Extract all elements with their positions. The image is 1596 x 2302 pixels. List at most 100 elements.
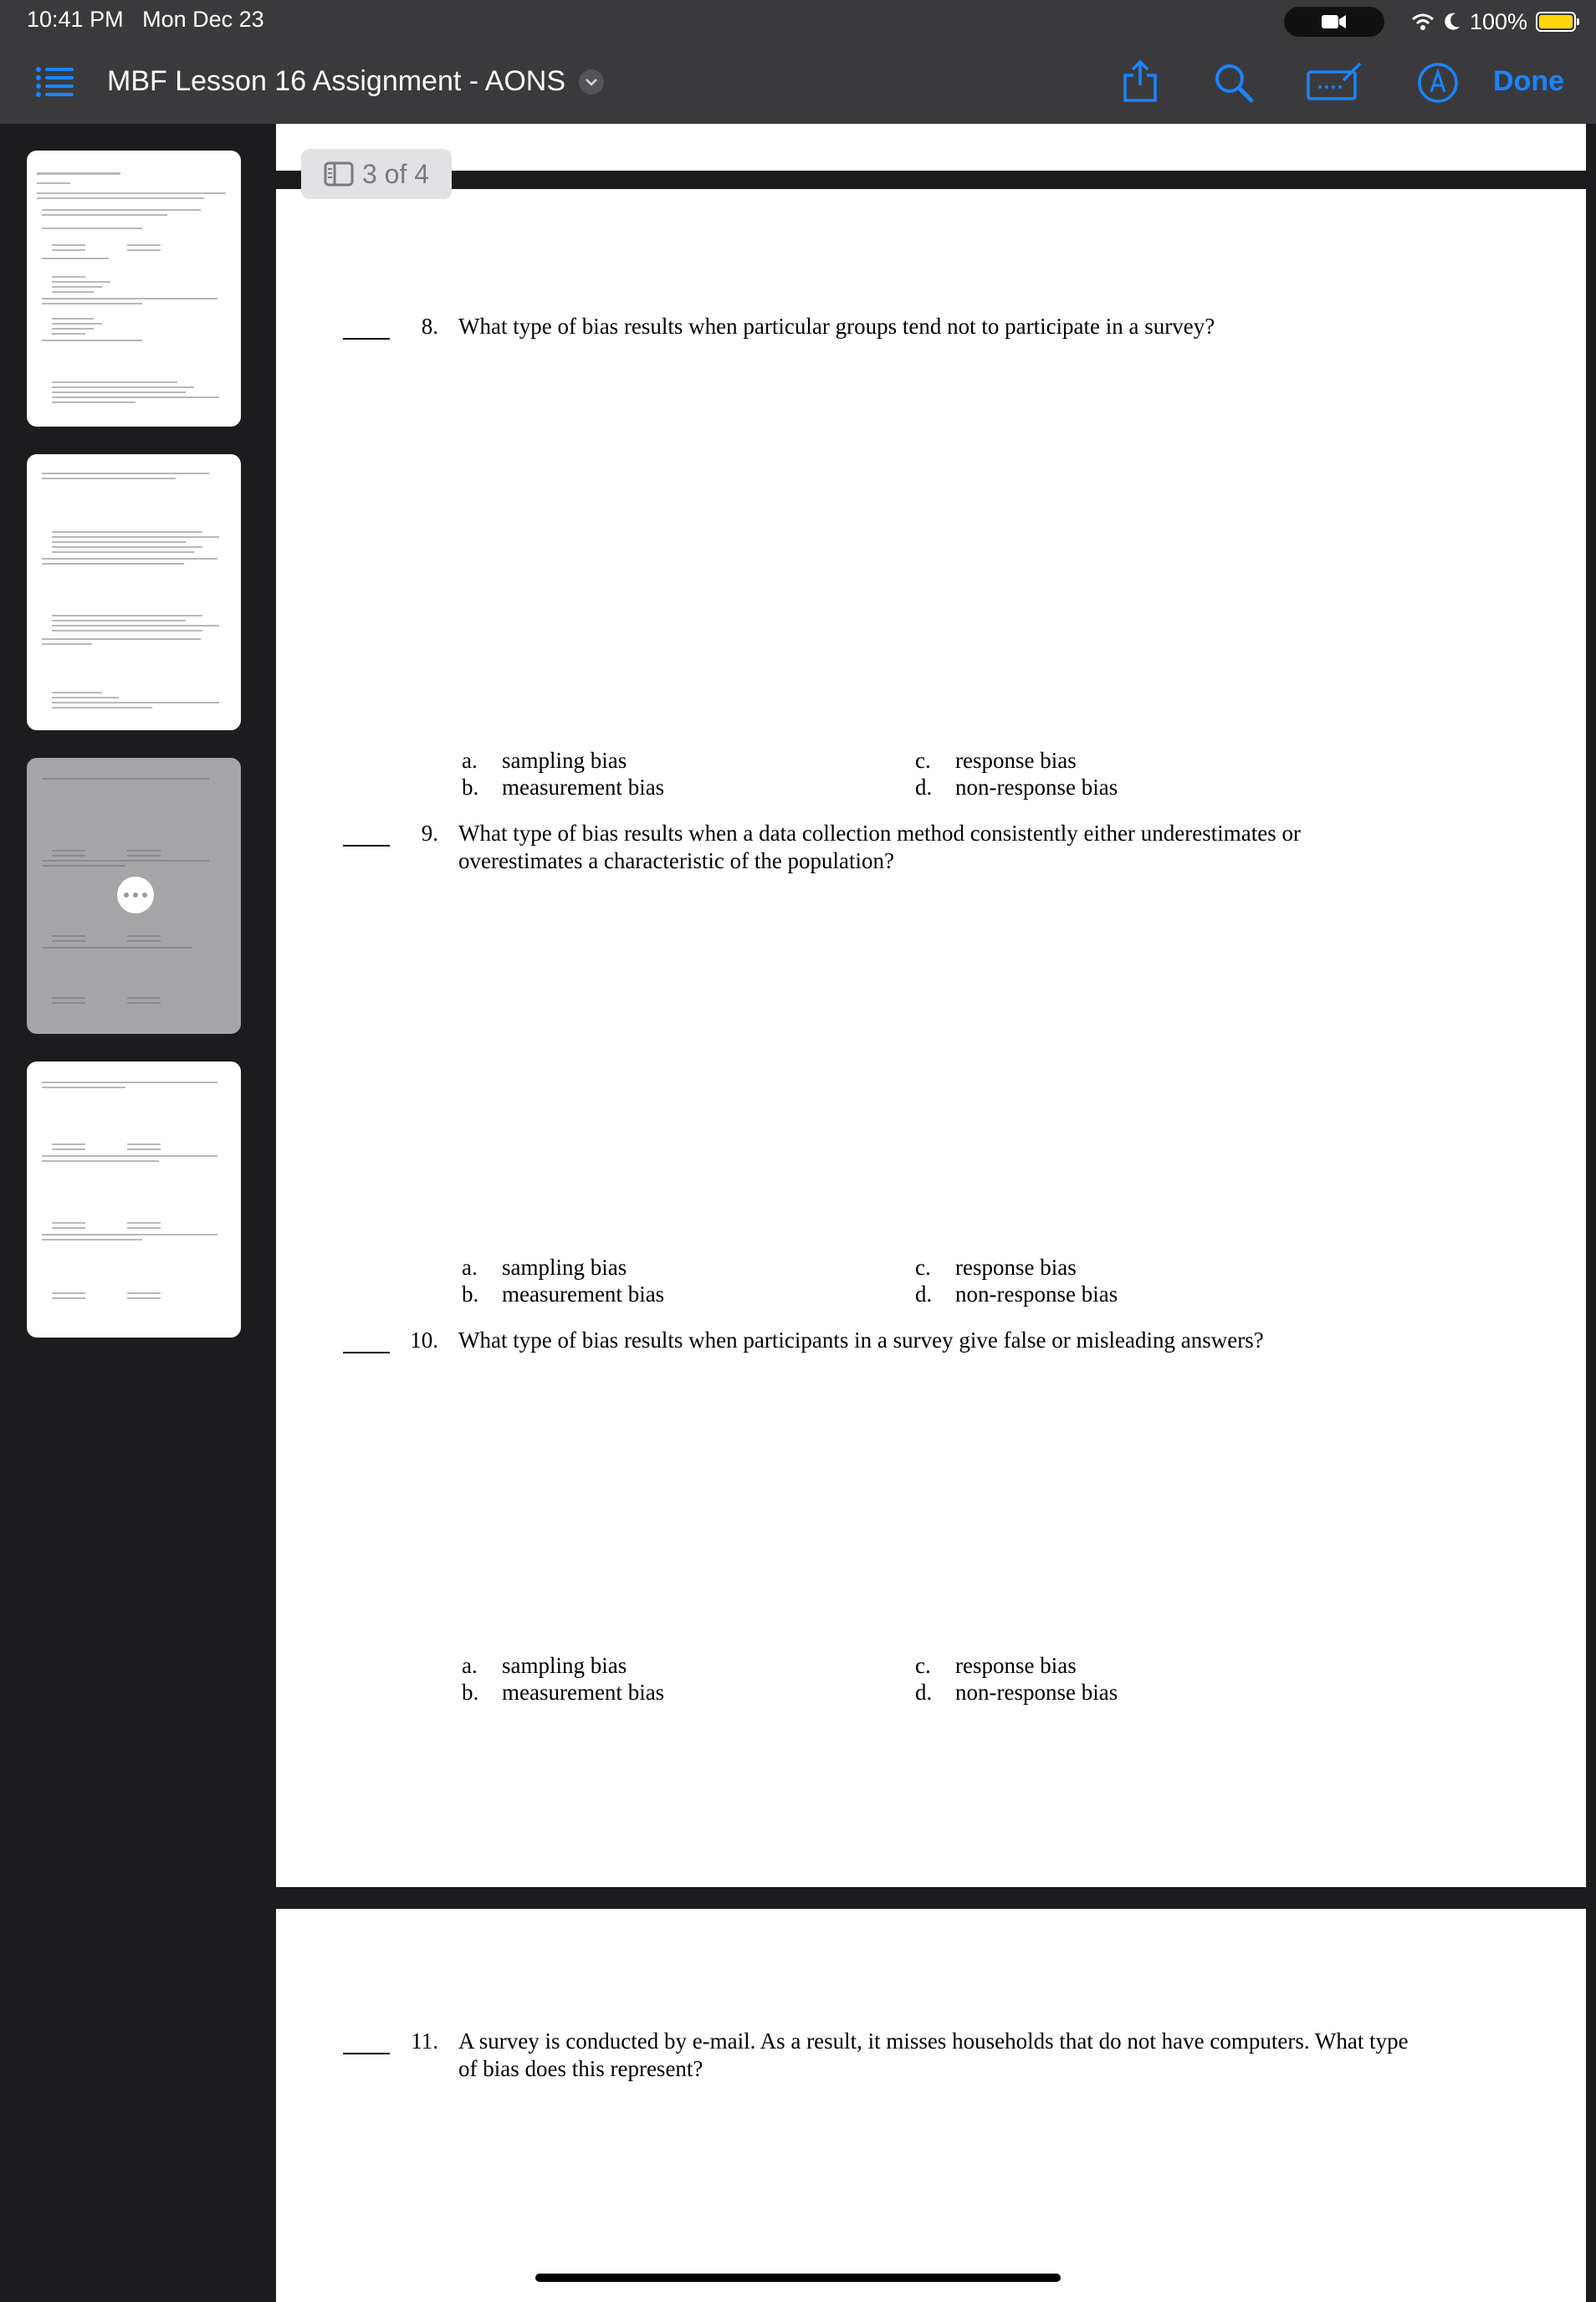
option-d: d. non-response bias [915, 775, 1118, 800]
thumbnail-text-line [52, 1002, 85, 1004]
document-view[interactable]: 3 of 4 8. What type of bias results when… [276, 124, 1596, 2302]
search-icon[interactable] [1213, 62, 1255, 104]
thumbnail-text-line [52, 1292, 85, 1294]
page-thumbnails-sidebar [0, 124, 276, 2297]
thumbnail-text-line [52, 1227, 85, 1229]
page-thumbnail-4[interactable] [27, 1061, 241, 1338]
thumbnail-text-line [52, 244, 85, 246]
thumbnail-text-line [52, 697, 119, 698]
thumbnail-text-line [52, 1148, 85, 1150]
thumbnail-text-line [52, 850, 85, 852]
home-indicator[interactable] [535, 2274, 1061, 2282]
thumbnail-text-line [52, 551, 194, 553]
moon-icon [1445, 13, 1460, 30]
thumbnail-text-line [52, 1222, 85, 1224]
thumbnail-text-line [42, 947, 192, 949]
thumbnail-text-line [52, 707, 152, 709]
thumbnail-text-line [127, 1227, 161, 1229]
page-indicator-text: 3 of 4 [361, 158, 430, 189]
thumbnail-text-line [127, 244, 161, 246]
thumbnail-text-line [37, 197, 204, 199]
thumbnail-text-line [52, 692, 102, 693]
thumbnail-text-line [42, 228, 142, 229]
thumbnail-text-line [52, 396, 219, 398]
question-text: What type of bias results when a data co… [458, 821, 1301, 873]
page-thumbnail-2[interactable] [27, 454, 241, 730]
thumbnail-text-line [127, 850, 161, 852]
thumbnail-text-line [127, 855, 161, 857]
navigation-bar: MBF Lesson 16 Assignment - AONS Done [0, 43, 1596, 124]
share-icon[interactable] [1121, 59, 1159, 104]
answer-blank[interactable] [343, 1352, 390, 1353]
thumbnail-text-line [42, 258, 109, 259]
question-number: 8. [421, 314, 438, 339]
thumbnail-text-line [52, 249, 85, 251]
thumbnail-text-line [42, 860, 209, 862]
option-a: a. sampling bias [462, 1255, 627, 1280]
thumbnail-text-line [52, 940, 85, 942]
answer-blank[interactable] [343, 338, 390, 340]
markup-icon[interactable] [1417, 62, 1459, 104]
option-b: b. measurement bias [462, 1680, 665, 1705]
thumbnail-text-line [52, 318, 94, 320]
thumbnail-text-line [52, 386, 194, 388]
page-thumbnail-3[interactable] [27, 758, 241, 1034]
page-icon [324, 161, 354, 187]
thumbnail-text-line [127, 249, 161, 251]
thumbnail-text-line [52, 1143, 85, 1145]
question-number: 10. [410, 1327, 438, 1353]
camera-indicator-icon [1283, 7, 1384, 37]
list-icon[interactable] [35, 65, 74, 99]
thumbnail-text-line [52, 546, 202, 548]
option-d: d. non-response bias [915, 1281, 1118, 1307]
document-title[interactable]: MBF Lesson 16 Assignment - AONS [107, 65, 605, 98]
thumbnail-text-line [52, 630, 202, 632]
page-thumbnail-1[interactable] [27, 151, 241, 427]
thumbnail-text-line [42, 303, 142, 304]
thumbnail-text-line [42, 1234, 217, 1235]
thumbnail-text-line [42, 473, 209, 474]
keyboard-icon[interactable] [1307, 62, 1362, 100]
thumbnail-text-line [42, 214, 167, 216]
more-icon[interactable] [117, 877, 154, 913]
answer-blank[interactable] [343, 845, 390, 847]
question-number: 9. [421, 821, 438, 846]
option-d: d. non-response bias [915, 1680, 1118, 1705]
done-button[interactable]: Done [1493, 65, 1564, 98]
thumbnail-text-line [127, 1222, 161, 1224]
option-c: c. response bias [915, 748, 1077, 773]
thumbnail-text-line [42, 1155, 217, 1157]
thumbnail-text-line [52, 281, 110, 283]
thumbnail-text-line [42, 643, 92, 645]
thumbnail-text-line [52, 615, 202, 616]
status-bar: 10:41 PM Mon Dec 23 100% [0, 0, 1596, 43]
thumbnail-text-line [42, 638, 201, 640]
battery-percent: 100% [1469, 8, 1527, 34]
thumbnail-text-line [37, 182, 70, 184]
thumbnail-text-line [42, 340, 142, 341]
chevron-down-icon[interactable] [579, 69, 605, 95]
thumbnail-text-line [127, 997, 161, 999]
thumbnail-text-line [42, 298, 217, 299]
thumbnail-text-line [52, 531, 202, 533]
question-text: A survey is conducted by e-mail. As a re… [458, 2028, 1409, 2081]
battery-icon [1536, 12, 1579, 32]
thumbnail-text-line [52, 333, 85, 335]
question-number: 11. [411, 2028, 438, 2054]
thumbnail-text-line [52, 935, 85, 937]
page-indicator: 3 of 4 [301, 149, 452, 199]
thumbnail-text-line [42, 778, 209, 780]
thumbnail-text-line [127, 935, 161, 937]
thumbnail-text-line [52, 328, 94, 330]
thumbnail-text-line [42, 478, 176, 479]
option-c: c. response bias [915, 1653, 1077, 1678]
thumbnail-text-line [52, 291, 94, 293]
thumbnail-text-line [52, 381, 177, 383]
thumbnail-text-line [52, 402, 136, 403]
question-text: What type of bias results when participa… [458, 1327, 1264, 1353]
thumbnail-text-line [42, 1082, 217, 1083]
thumbnail-text-line [42, 865, 125, 867]
option-a: a. sampling bias [462, 1653, 627, 1678]
answer-blank[interactable] [343, 2053, 390, 2054]
thumbnail-text-line [52, 323, 102, 325]
